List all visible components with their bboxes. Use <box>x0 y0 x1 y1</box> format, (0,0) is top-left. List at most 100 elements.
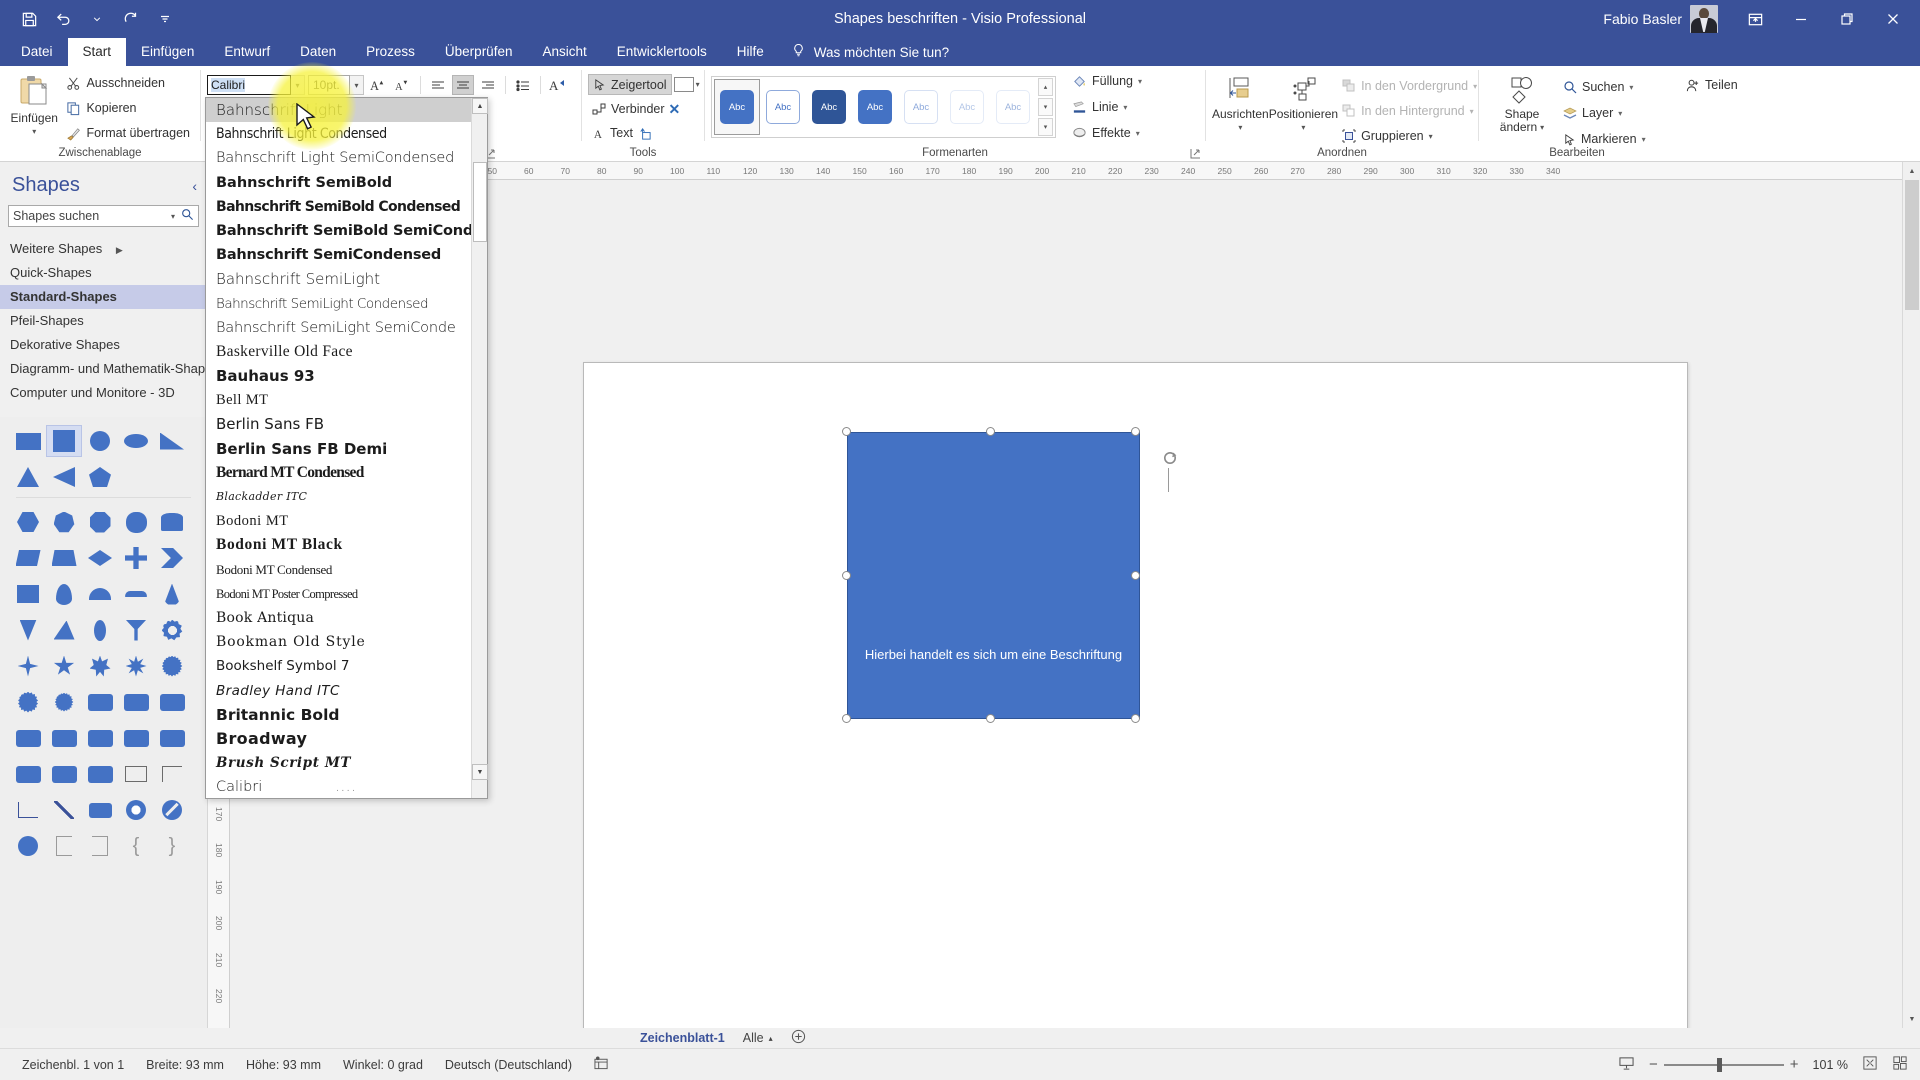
stencil-shape-square[interactable] <box>46 425 82 457</box>
restore-icon[interactable] <box>1824 0 1870 38</box>
undo-dropdown-icon[interactable] <box>82 5 112 33</box>
align-right-button[interactable] <box>477 75 499 95</box>
stencil-shape-7-point-star[interactable] <box>82 650 118 682</box>
stencil-shape-pyramid[interactable] <box>46 614 82 646</box>
stencil-shape-line[interactable] <box>46 794 82 826</box>
sidebar-item-pfeil-shapes[interactable]: Pfeil-Shapes <box>0 309 207 333</box>
selected-shape[interactable]: Hierbei handelt es sich um eine Beschrif… <box>847 432 1140 719</box>
presentation-view-icon[interactable] <box>1618 1056 1635 1074</box>
stencil-shape-ellipse[interactable] <box>118 425 154 457</box>
fit-window-icon[interactable] <box>1892 1055 1908 1074</box>
text-tool-button[interactable]: A Text <box>588 123 637 143</box>
stencil-shape-parallelogram[interactable] <box>10 542 46 574</box>
tab-ueberpruefen[interactable]: Überprüfen <box>430 38 528 66</box>
pointer-tool-button[interactable]: Zeigertool <box>588 74 672 95</box>
page-tab-zeichenblatt-1[interactable]: Zeichenblatt-1 <box>640 1031 725 1045</box>
stencil-shape-trapezoid[interactable] <box>46 542 82 574</box>
zoom-track[interactable] <box>1663 1057 1784 1072</box>
tab-ansicht[interactable]: Ansicht <box>527 38 601 66</box>
change-shape-button[interactable]: Shape ändern ▾ <box>1485 73 1559 134</box>
avatar[interactable] <box>1690 5 1718 33</box>
search-icon[interactable] <box>181 208 194 224</box>
shape-styles-gallery[interactable]: Abc Abc Abc Abc Abc Abc Abc ▴ ▾ ▾ <box>711 76 1056 138</box>
stencil-shape-diamond[interactable] <box>82 542 118 574</box>
line-button[interactable]: Linie ▾ <box>1068 97 1146 117</box>
stencil-shape-bracket-square[interactable] <box>46 830 82 862</box>
tell-me-box[interactable]: Was möchten Sie tun? <box>791 38 949 66</box>
stencil-shape-octagon[interactable] <box>82 506 118 538</box>
text-direction-button[interactable]: A <box>547 75 569 95</box>
stencil-shape-burst[interactable] <box>154 650 190 682</box>
gallery-scroll-up-icon[interactable]: ▴ <box>1038 78 1053 96</box>
all-pages-button[interactable]: Alle ▴ <box>743 1031 773 1045</box>
font-list-item[interactable]: Book Antiqua <box>206 606 471 630</box>
tab-hilfe[interactable]: Hilfe <box>722 38 779 66</box>
font-list-item[interactable]: Bahnschrift SemiLight SemiConde <box>206 316 471 340</box>
stencil-shape-rounded-rectangle[interactable] <box>154 686 190 718</box>
font-size-dropdown-icon[interactable]: ▾ <box>350 75 364 95</box>
font-list-scrollbar[interactable]: ▲ ▼ <box>471 98 488 798</box>
selection-handle-bl[interactable] <box>842 714 851 723</box>
selection-handle-tl[interactable] <box>842 427 851 436</box>
stencil-shape-cube[interactable] <box>10 578 46 610</box>
customize-qat-icon[interactable] <box>150 5 180 33</box>
font-list-item[interactable]: Brush Script MT <box>206 751 471 775</box>
shrink-font-button[interactable]: A ▾ <box>392 75 414 95</box>
stencil-shape-no-symbol[interactable] <box>154 794 190 826</box>
undo-icon[interactable] <box>48 5 78 33</box>
add-page-icon[interactable] <box>791 1029 806 1047</box>
stencil-shape-4-point-star[interactable] <box>10 650 46 682</box>
stencil-shape-right-triangle[interactable] <box>154 425 190 457</box>
tab-daten[interactable]: Daten <box>285 38 351 66</box>
font-list-item[interactable]: Bahnschrift SemiBold SemiConden <box>206 219 471 243</box>
find-button[interactable]: Suchen ▾ <box>1559 77 1650 97</box>
stencil-shape-5-point-star[interactable] <box>46 650 82 682</box>
stencil-shape-brace-left[interactable]: { <box>118 830 154 862</box>
font-list-item[interactable]: Bodoni MT Poster Compressed <box>206 582 471 606</box>
delete-icon[interactable]: ✕ <box>669 101 681 118</box>
stencil-shape-cone-down[interactable] <box>10 614 46 646</box>
align-button[interactable]: Ausrichten ▾ <box>1212 73 1269 134</box>
font-list-item[interactable]: Bauhaus 93 <box>206 364 471 388</box>
font-scroll-down-icon[interactable]: ▼ <box>472 764 488 780</box>
stencil-shape-rounded-rectangle[interactable] <box>46 722 82 754</box>
chevron-down-icon[interactable]: ▾ <box>1138 77 1142 86</box>
font-list-item[interactable]: Bodoni MT Condensed <box>206 558 471 582</box>
stencil-shape-rounded-rectangle[interactable] <box>10 722 46 754</box>
scroll-up-icon[interactable]: ▲ <box>1903 162 1920 180</box>
stencil-shape-rounded-rectangle[interactable] <box>154 722 190 754</box>
position-button[interactable]: Positionieren ▾ <box>1269 73 1338 134</box>
chevron-down-icon[interactable]: ▾ <box>171 212 175 221</box>
stencil-shape-rounded-rectangle[interactable] <box>10 758 46 790</box>
stencil-shape-starburst-16[interactable] <box>10 686 46 718</box>
stencil-shape-brace-right[interactable]: } <box>154 830 190 862</box>
stencil-shape-rounded-rectangle[interactable] <box>82 794 118 826</box>
chevron-down-icon[interactable]: ▾ <box>32 125 36 138</box>
stencil-shape-corner-line-bottom[interactable] <box>10 794 46 826</box>
collapse-panel-icon[interactable]: ‹ <box>192 178 197 194</box>
tab-datei[interactable]: Datei <box>6 38 68 66</box>
chevron-down-icon[interactable]: ▾ <box>1618 109 1622 118</box>
font-list-item[interactable]: Bahnschrift SemiBold <box>206 171 471 195</box>
stencil-shape-triangle-left[interactable] <box>46 461 82 493</box>
font-list[interactable]: Bahnschrift Light Bahnschrift Light Conde… <box>206 98 471 798</box>
font-list-item[interactable]: Bahnschrift SemiCondensed <box>206 243 471 267</box>
font-name-dropdown-list[interactable]: Bahnschrift Light Bahnschrift Light Conde… <box>205 97 488 799</box>
fit-page-icon[interactable] <box>1862 1055 1878 1074</box>
stencil-shape-hexagon[interactable] <box>10 506 46 538</box>
minimize-icon[interactable] <box>1778 0 1824 38</box>
stencil-shape-cylinder[interactable] <box>154 506 190 538</box>
status-language[interactable]: Deutsch (Deutschland) <box>445 1058 572 1072</box>
stencil-shape-pentagon[interactable] <box>82 461 118 493</box>
font-list-item[interactable]: Broadway <box>206 727 471 751</box>
selection-handle-mr[interactable] <box>1131 571 1140 580</box>
chevron-down-icon[interactable]: ▾ <box>1301 121 1305 134</box>
stencil-shape-rounded-rectangle[interactable] <box>118 722 154 754</box>
stencil-shape-gear[interactable] <box>154 614 190 646</box>
shape-style-item[interactable]: Abc <box>990 79 1036 135</box>
select-button[interactable]: Markieren ▾ <box>1559 129 1650 149</box>
stencil-shape-heptagon[interactable] <box>46 506 82 538</box>
stencil-shape-bracket-square-right[interactable] <box>82 830 118 862</box>
fill-button[interactable]: Füllung ▾ <box>1068 71 1146 91</box>
font-scroll-thumb[interactable] <box>473 162 487 242</box>
